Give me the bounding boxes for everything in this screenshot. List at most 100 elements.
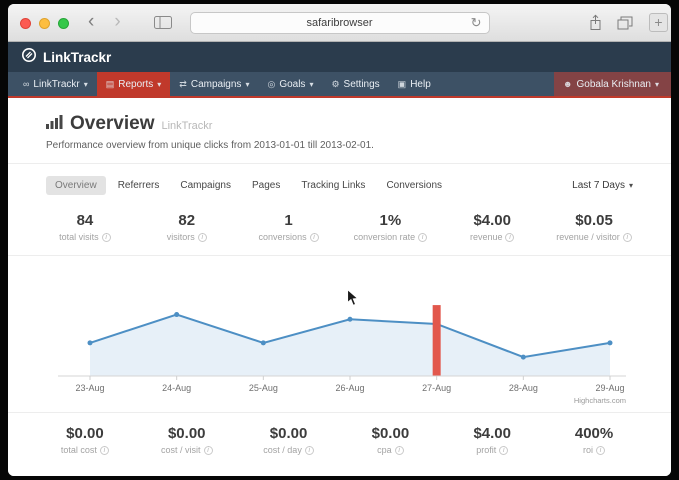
svg-text:27-Aug: 27-Aug <box>422 383 451 393</box>
info-icon[interactable]: i <box>505 233 514 242</box>
new-tab-button[interactable]: + <box>649 13 668 32</box>
info-icon[interactable]: i <box>623 233 632 242</box>
stat-value: $0.00 <box>339 425 441 442</box>
info-icon[interactable]: i <box>395 446 404 455</box>
nav-item-campaigns[interactable]: ⇄ Campaigns ▾ <box>170 72 258 96</box>
stat-value: 84 <box>34 212 136 229</box>
stat-value: 400% <box>543 425 645 442</box>
info-icon[interactable]: i <box>198 233 207 242</box>
stat-label: total visits <box>59 232 99 242</box>
tabs-overview-icon[interactable] <box>617 16 633 35</box>
stat-value: $0.00 <box>34 425 136 442</box>
user-icon: ☻ <box>563 79 572 89</box>
stat-label: conversions <box>259 232 307 242</box>
stat-value: $4.00 <box>441 425 543 442</box>
tab-conversions[interactable]: Conversions <box>377 176 451 195</box>
tab-pages[interactable]: Pages <box>243 176 289 195</box>
brand-name[interactable]: LinkTrackr <box>43 50 111 65</box>
svg-text:26-Aug: 26-Aug <box>335 383 364 393</box>
stat-label: visitors <box>167 232 195 242</box>
nav-item-linktrackr[interactable]: ∞ LinkTrackr ▾ <box>14 72 97 96</box>
traffic-chart-svg[interactable]: 23-Aug24-Aug25-Aug26-Aug27-Aug28-Aug29-A… <box>40 264 640 412</box>
nav-item-goals[interactable]: ◎ Goals ▾ <box>258 72 322 96</box>
browser-window: ‹ › safaribrowser ↻ + LinkTrackr ∞ <box>8 4 671 476</box>
back-icon[interactable]: ‹ <box>88 8 94 36</box>
zoom-window-button[interactable] <box>58 18 69 29</box>
caret-down-icon: ▾ <box>655 80 659 89</box>
chart-section: 23-Aug24-Aug25-Aug26-Aug27-Aug28-Aug29-A… <box>8 255 671 413</box>
stat-label: cpa <box>377 445 392 455</box>
nav-label: Campaigns <box>191 79 242 90</box>
share-icon[interactable] <box>588 14 603 36</box>
campaigns-icon: ⇄ <box>179 79 187 90</box>
goals-icon: ◎ <box>267 79 275 90</box>
stat-label: profit <box>476 445 496 455</box>
date-range-label: Last 7 Days <box>572 180 625 191</box>
user-name: Gobala Krishnan <box>576 79 651 90</box>
tab-campaigns[interactable]: Campaigns <box>171 176 240 195</box>
svg-text:29-Aug: 29-Aug <box>595 383 624 393</box>
stat-label: cost / day <box>263 445 302 455</box>
info-icon[interactable]: i <box>418 233 427 242</box>
stat-cost-per-day: $0.00 cost / dayi <box>238 425 340 455</box>
stat-label: roi <box>583 445 593 455</box>
stat-value: 1 <box>238 212 340 229</box>
svg-text:Highcharts.com: Highcharts.com <box>573 396 625 405</box>
info-icon[interactable]: i <box>499 446 508 455</box>
stat-cpa: $0.00 cpai <box>339 425 441 455</box>
refresh-icon[interactable]: ↻ <box>471 15 482 31</box>
info-icon[interactable]: i <box>102 233 111 242</box>
info-icon[interactable]: i <box>305 446 314 455</box>
close-window-button[interactable] <box>20 18 31 29</box>
linktrackr-logo-icon[interactable] <box>21 47 37 68</box>
page-header: Overview LinkTrackr Performance overview… <box>8 98 671 164</box>
info-icon[interactable]: i <box>310 233 319 242</box>
report-tabs: Overview Referrers Campaigns Pages Track… <box>8 164 671 204</box>
address-bar-text: safaribrowser <box>306 17 372 29</box>
nav-label: Reports <box>118 79 153 90</box>
stat-visitors: 82 visitorsi <box>136 212 238 242</box>
info-icon[interactable]: i <box>100 446 109 455</box>
nav-item-reports[interactable]: ▤ Reports ▾ <box>97 72 171 96</box>
tab-overview[interactable]: Overview <box>46 176 106 195</box>
stat-cost-per-visit: $0.00 cost / visiti <box>136 425 238 455</box>
brand-bar: LinkTrackr <box>8 42 671 72</box>
page-title: Overview <box>70 113 155 135</box>
info-icon[interactable]: i <box>596 446 605 455</box>
screenshot-root: { "browser": { "url_text": "safaribrowse… <box>0 0 679 480</box>
stat-value: 82 <box>136 212 238 229</box>
nav-label: Help <box>410 79 431 90</box>
caret-down-icon: ▾ <box>245 80 249 89</box>
tab-referrers[interactable]: Referrers <box>109 176 169 195</box>
stat-label: revenue <box>470 232 503 242</box>
stats-row-top: 84 total visitsi 82 visitorsi 1 conversi… <box>8 204 671 255</box>
main-nav: ∞ LinkTrackr ▾ ▤ Reports ▾ ⇄ Campaigns ▾… <box>8 72 671 96</box>
date-range-selector[interactable]: Last 7 Days ▾ <box>572 180 633 191</box>
stats-row-bottom: $0.00 total costi $0.00 cost / visiti $0… <box>8 413 671 467</box>
link-icon: ∞ <box>23 79 29 89</box>
user-menu[interactable]: ☻ Gobala Krishnan ▾ <box>554 72 671 96</box>
stat-revenue-per-visitor: $0.05 revenue / visitori <box>543 212 645 242</box>
info-icon[interactable]: i <box>204 446 213 455</box>
stat-roi: 400% roii <box>543 425 645 455</box>
page-subtitle: LinkTrackr <box>162 120 213 132</box>
stat-label: revenue / visitor <box>556 232 620 242</box>
stat-value: $4.00 <box>441 212 543 229</box>
address-bar[interactable]: safaribrowser ↻ <box>190 12 490 34</box>
tab-tracking-links[interactable]: Tracking Links <box>292 176 374 195</box>
nav-item-help[interactable]: ▣ Help <box>389 72 440 96</box>
nav-label: Settings <box>344 79 380 90</box>
page-description: Performance overview from unique clicks … <box>46 140 633 151</box>
caret-down-icon: ▾ <box>309 80 313 89</box>
nav-item-settings[interactable]: ⚙ Settings <box>322 72 388 96</box>
svg-text:23-Aug: 23-Aug <box>75 383 104 393</box>
help-icon: ▣ <box>398 79 407 90</box>
sidebar-toggle-icon[interactable] <box>154 16 172 34</box>
stat-value: $0.00 <box>136 425 238 442</box>
svg-text:24-Aug: 24-Aug <box>162 383 191 393</box>
stat-value: $0.00 <box>238 425 340 442</box>
minimize-window-button[interactable] <box>39 18 50 29</box>
stat-label: conversion rate <box>354 232 416 242</box>
forward-icon[interactable]: › <box>114 8 120 36</box>
reports-icon: ▤ <box>106 79 115 90</box>
